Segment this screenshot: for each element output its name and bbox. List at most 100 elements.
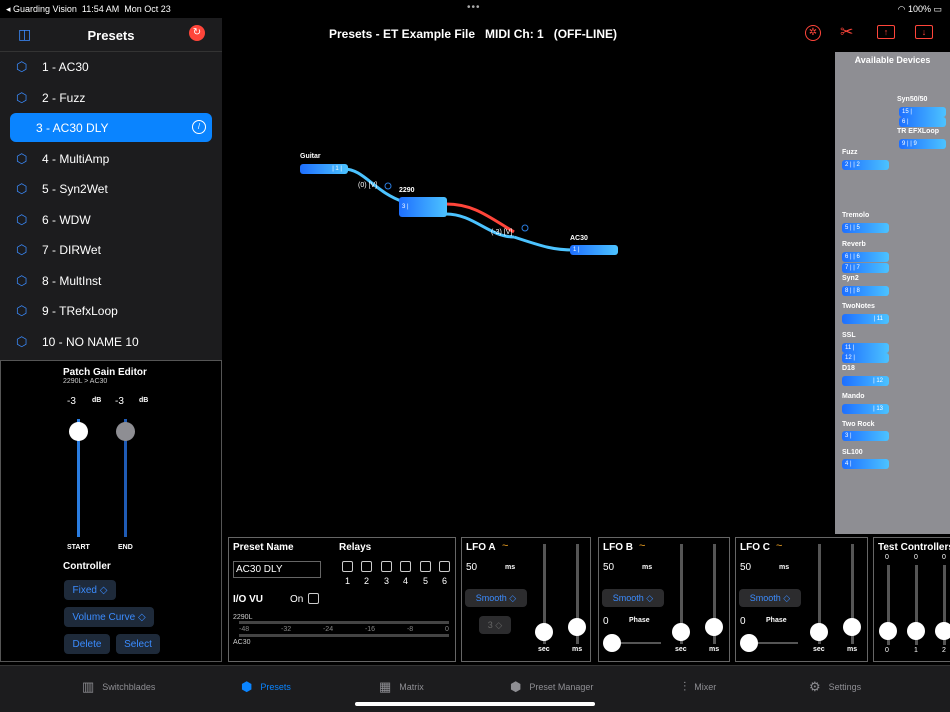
- lfo-b-sec-thumb[interactable]: [672, 623, 690, 641]
- lfo-b-mode-select[interactable]: Smooth ◇: [602, 589, 664, 607]
- settings-icon[interactable]: ✲: [805, 25, 821, 41]
- db-unit: dB: [139, 397, 149, 404]
- sidebar-item-label: 3 - AC30 DLY: [36, 120, 109, 135]
- sidebar-item-3[interactable]: 3 - AC30 DLY /: [10, 113, 212, 142]
- lfo-c-phase-thumb[interactable]: [740, 634, 758, 652]
- tools-icon[interactable]: ✂: [840, 22, 853, 42]
- tab-mixer[interactable]: ⫶ Mixer: [683, 678, 716, 696]
- cube-icon: ⬡: [16, 333, 28, 349]
- upload-icon[interactable]: ↑: [877, 25, 895, 39]
- lfo-a-ms-thumb[interactable]: [568, 618, 586, 636]
- lfo-c-sec-thumb[interactable]: [810, 623, 828, 641]
- tab-preset-manager[interactable]: ⬢ Preset Manager: [510, 678, 593, 696]
- avail-port[interactable]: 8 | | 8: [842, 286, 889, 296]
- lfo-a-mode-select[interactable]: Smooth ◇: [465, 589, 527, 607]
- tab-settings[interactable]: ⚙ Settings: [809, 678, 861, 696]
- sidebar-item-8[interactable]: ⬡ 8 - MultInst: [10, 266, 212, 295]
- box-icon: ⬢: [510, 679, 522, 694]
- select-button[interactable]: Select: [116, 634, 160, 654]
- avail-port[interactable]: | 13: [842, 404, 889, 414]
- cube-icon: ⬢: [241, 679, 253, 694]
- tab-matrix[interactable]: ▦ Matrix: [379, 678, 424, 696]
- wifi-icon: ◠: [897, 4, 906, 14]
- avail-port[interactable]: 6 | | 6: [842, 252, 889, 262]
- avail-port[interactable]: 11 |: [842, 343, 889, 353]
- sidebar-item-label: 2 - Fuzz: [42, 90, 86, 105]
- avail-port[interactable]: 7 | | 7: [842, 263, 889, 273]
- relay-4-checkbox[interactable]: [400, 561, 411, 572]
- sidebar-item-5[interactable]: ⬡ 5 - Syn2Wet: [10, 174, 212, 203]
- device-label-ac30: AC30: [570, 235, 588, 242]
- cable-2290-red[interactable]: [445, 202, 515, 234]
- avail-port[interactable]: 9 | | 9: [899, 139, 946, 149]
- start-slider-thumb[interactable]: [69, 422, 88, 441]
- device-ac30[interactable]: 1 |: [570, 245, 618, 255]
- lfo-a-sub-select[interactable]: 3 ◇: [479, 616, 511, 634]
- gear-icon: ⚙: [809, 679, 821, 694]
- sidebar-item-9[interactable]: ⬡ 9 - TRefxLoop: [10, 296, 212, 325]
- relay-5-checkbox[interactable]: [420, 561, 431, 572]
- status-left: ◂ Guarding Vision 11:54 AM Mon Oct 23: [6, 4, 171, 15]
- preset-name-input[interactable]: [233, 561, 321, 578]
- lfo-b-phase-thumb[interactable]: [603, 634, 621, 652]
- cable-to-ac30[interactable]: [513, 235, 575, 252]
- edit-icon[interactable]: /: [192, 120, 206, 134]
- controller-0-thumb[interactable]: [879, 622, 897, 640]
- avail-port[interactable]: | 11: [842, 314, 889, 324]
- end-slider-thumb[interactable]: [116, 422, 135, 441]
- tab-switchblades[interactable]: ▥ Switchblades: [82, 678, 155, 696]
- avail-port[interactable]: 6 |: [899, 117, 946, 127]
- sidebar-item-6[interactable]: ⬡ 6 - WDW: [10, 205, 212, 234]
- patch-gain-editor: Patch Gain Editor 2290L > AC30 -3 dB -3 …: [0, 360, 222, 662]
- relay-1-checkbox[interactable]: [342, 561, 353, 572]
- lfo-b-ms-thumb[interactable]: [705, 618, 723, 636]
- sidebar-item-label: 10 - NO NAME 10: [42, 334, 139, 349]
- back-app-link[interactable]: ◂ Guarding Vision: [6, 4, 77, 14]
- device-guitar[interactable]: | 1 |: [300, 164, 348, 174]
- node-marker[interactable]: [521, 224, 529, 232]
- annotation-gain-1: (0) [V]: [358, 182, 378, 189]
- controller-1-thumb[interactable]: [907, 622, 925, 640]
- avail-port[interactable]: 4 |: [842, 459, 889, 469]
- device-2290[interactable]: 3 |: [399, 197, 447, 217]
- volume-curve-select[interactable]: Volume Curve ◇: [64, 607, 154, 627]
- avail-port[interactable]: 12 |: [842, 353, 889, 363]
- sidebar-item-4[interactable]: ⬡ 4 - MultiAmp: [10, 144, 212, 173]
- avail-port[interactable]: 15 |: [899, 107, 946, 117]
- vu-scale-tick: -8: [406, 626, 414, 633]
- avail-port[interactable]: 3 |: [842, 431, 889, 441]
- vu-on-checkbox[interactable]: [308, 593, 319, 604]
- sidebar-item-1[interactable]: ⬡ 1 - AC30: [10, 52, 212, 81]
- sidebar-item-10[interactable]: ⬡ 10 - NO NAME 10: [10, 327, 212, 356]
- delete-button[interactable]: Delete: [64, 634, 110, 654]
- relay-3-checkbox[interactable]: [381, 561, 392, 572]
- annotation-gain-2: (-3) [V]: [491, 229, 513, 236]
- download-icon[interactable]: ↓: [915, 25, 933, 39]
- lfo-a-value: 50: [466, 562, 478, 573]
- sync-icon[interactable]: ↻: [189, 25, 205, 41]
- lfo-b-panel: LFO B ~ 50 ms Smooth ◇ 0 Phase sec ms: [598, 537, 730, 662]
- header-bar: Presets - ET Example File MIDI Ch: 1 (OF…: [223, 18, 950, 52]
- matrix-canvas[interactable]: Guitar | 1 | (0) [V] 2290 3 | (-3) [V] A…: [224, 52, 834, 532]
- end-gain-value: -3: [115, 396, 124, 407]
- vu-scale-tick: -16: [364, 626, 376, 633]
- lfo-c-ms-thumb[interactable]: [843, 618, 861, 636]
- avail-port[interactable]: 5 | | 5: [842, 223, 889, 233]
- lfo-c-ms-label: ms: [847, 646, 858, 653]
- lfo-a-sec-thumb[interactable]: [535, 623, 553, 641]
- multitask-dots[interactable]: •••: [467, 2, 481, 13]
- avail-port[interactable]: | 12: [842, 376, 889, 386]
- node-marker[interactable]: [384, 182, 392, 190]
- controller-2-thumb[interactable]: [935, 622, 950, 640]
- relay-number: 6: [441, 576, 447, 586]
- sidebar-item-2[interactable]: ⬡ 2 - Fuzz: [10, 83, 212, 112]
- avail-device-ssl: SSL: [842, 332, 856, 339]
- sidebar-item-7[interactable]: ⬡ 7 - DIRWet: [10, 235, 212, 264]
- controller-value-top: 0: [914, 554, 918, 561]
- tab-presets[interactable]: ⬢ Presets: [241, 678, 291, 696]
- relay-2-checkbox[interactable]: [361, 561, 372, 572]
- relay-6-checkbox[interactable]: [439, 561, 450, 572]
- fixed-select[interactable]: Fixed ◇: [64, 580, 116, 600]
- avail-port[interactable]: 2 | | 2: [842, 160, 889, 170]
- lfo-c-mode-select[interactable]: Smooth ◇: [739, 589, 801, 607]
